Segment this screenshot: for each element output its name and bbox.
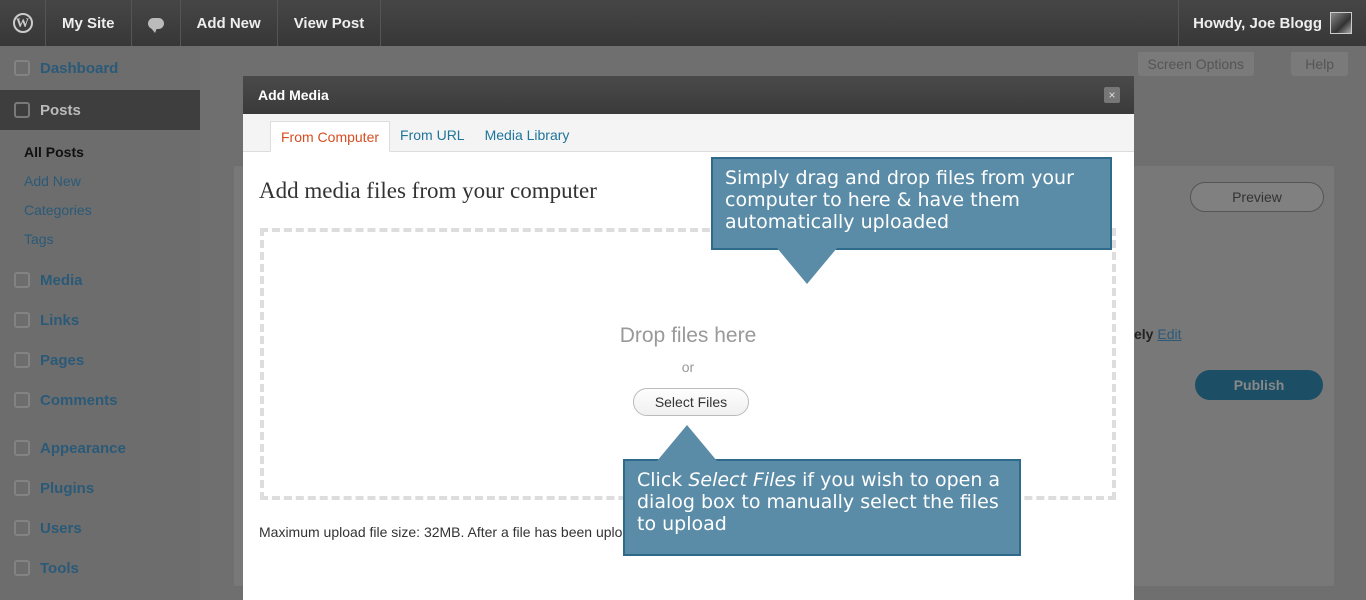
- publish-button[interactable]: Publish: [1195, 370, 1323, 400]
- modal-title: Add Media: [258, 87, 329, 103]
- sidebar-item-posts[interactable]: Posts: [0, 90, 212, 130]
- tools-icon: [14, 560, 30, 576]
- pages-icon: [14, 352, 30, 368]
- avatar: [1330, 12, 1352, 34]
- menu-separator: [0, 420, 200, 428]
- links-icon: [14, 312, 30, 328]
- sidebar-item-plugins[interactable]: Plugins: [0, 468, 200, 508]
- submenu-tags[interactable]: Tags: [24, 225, 200, 254]
- add-new-link[interactable]: Add New: [181, 0, 278, 46]
- sidebar-item-label: Pages: [40, 351, 85, 369]
- upload-heading: Add media files from your computer: [259, 178, 597, 203]
- submenu-add-new[interactable]: Add New: [24, 167, 200, 196]
- home-icon: [14, 60, 30, 76]
- tab-from-computer[interactable]: From Computer: [270, 121, 391, 152]
- account-menu[interactable]: Howdy, Joe Blogg: [1178, 0, 1366, 46]
- appearance-icon: [14, 440, 30, 456]
- sidebar-item-label: Appearance: [40, 439, 126, 457]
- view-post-link[interactable]: View Post: [278, 0, 382, 46]
- my-site-link[interactable]: My Site: [46, 0, 132, 46]
- sidebar-item-label: Comments: [40, 391, 118, 409]
- callout-prefix: Click: [637, 469, 689, 491]
- pin-icon: [14, 102, 30, 118]
- drag-drop-callout: Simply drag and drop files from your com…: [711, 157, 1112, 284]
- sidebar-item-label: Tools: [40, 559, 79, 577]
- sidebar-item-label: Plugins: [40, 479, 95, 497]
- sidebar-item-users[interactable]: Users: [0, 508, 200, 548]
- close-icon[interactable]: ×: [1104, 87, 1120, 103]
- screen-options-tab[interactable]: Screen Options: [1137, 52, 1254, 76]
- fragment-text: ely: [1134, 326, 1154, 342]
- sidebar-item-label: Links: [40, 311, 80, 329]
- admin-sidebar: Dashboard Posts All Posts Add New Catego…: [0, 46, 212, 600]
- users-icon: [14, 520, 30, 536]
- sidebar-item-label: Media: [40, 271, 83, 289]
- drop-files-text: Drop files here: [619, 324, 757, 347]
- media-tabs: From Computer From URL Media Library: [243, 114, 1134, 152]
- visibility-text: ely Edit: [1134, 326, 1181, 342]
- sidebar-item-media[interactable]: Media: [0, 260, 200, 300]
- sidebar-item-dashboard[interactable]: Dashboard: [0, 46, 200, 90]
- tab-from-url[interactable]: From URL: [390, 120, 475, 151]
- sidebar-item-label: Dashboard: [40, 59, 119, 77]
- howdy-text: Howdy, Joe Blogg: [1193, 14, 1322, 32]
- submenu-categories[interactable]: Categories: [24, 196, 200, 225]
- admin-bar: W My Site Add New View Post Howdy, Joe B…: [0, 0, 1366, 46]
- modal-titlebar: Add Media: [243, 76, 1134, 114]
- sidebar-item-pages[interactable]: Pages: [0, 340, 200, 380]
- submenu-all-posts[interactable]: All Posts: [24, 138, 200, 167]
- comment-bubble-icon: [147, 17, 164, 33]
- sidebar-item-appearance[interactable]: Appearance: [0, 428, 200, 468]
- sidebar-item-label: Posts: [40, 101, 81, 119]
- comments-icon: [14, 392, 30, 408]
- preview-button[interactable]: Preview: [1190, 182, 1324, 212]
- select-files-button[interactable]: Select Files: [633, 388, 749, 416]
- media-icon: [14, 272, 30, 288]
- comments-link[interactable]: [132, 0, 181, 46]
- edit-link[interactable]: Edit: [1157, 326, 1181, 342]
- or-text: or: [681, 359, 695, 375]
- callout-emphasis: Select Files: [688, 469, 797, 491]
- wordpress-logo-icon[interactable]: W: [0, 0, 46, 46]
- sidebar-item-links[interactable]: Links: [0, 300, 200, 340]
- plugins-icon: [14, 480, 30, 496]
- sidebar-item-tools[interactable]: Tools: [0, 548, 200, 588]
- sidebar-item-comments[interactable]: Comments: [0, 380, 200, 420]
- select-files-callout: Click Select Files if you wish to open a…: [623, 425, 1021, 556]
- sidebar-item-label: Users: [40, 519, 82, 537]
- tab-media-library[interactable]: Media Library: [475, 120, 580, 151]
- help-tab[interactable]: Help: [1291, 52, 1348, 76]
- posts-submenu: All Posts Add New Categories Tags: [0, 134, 200, 260]
